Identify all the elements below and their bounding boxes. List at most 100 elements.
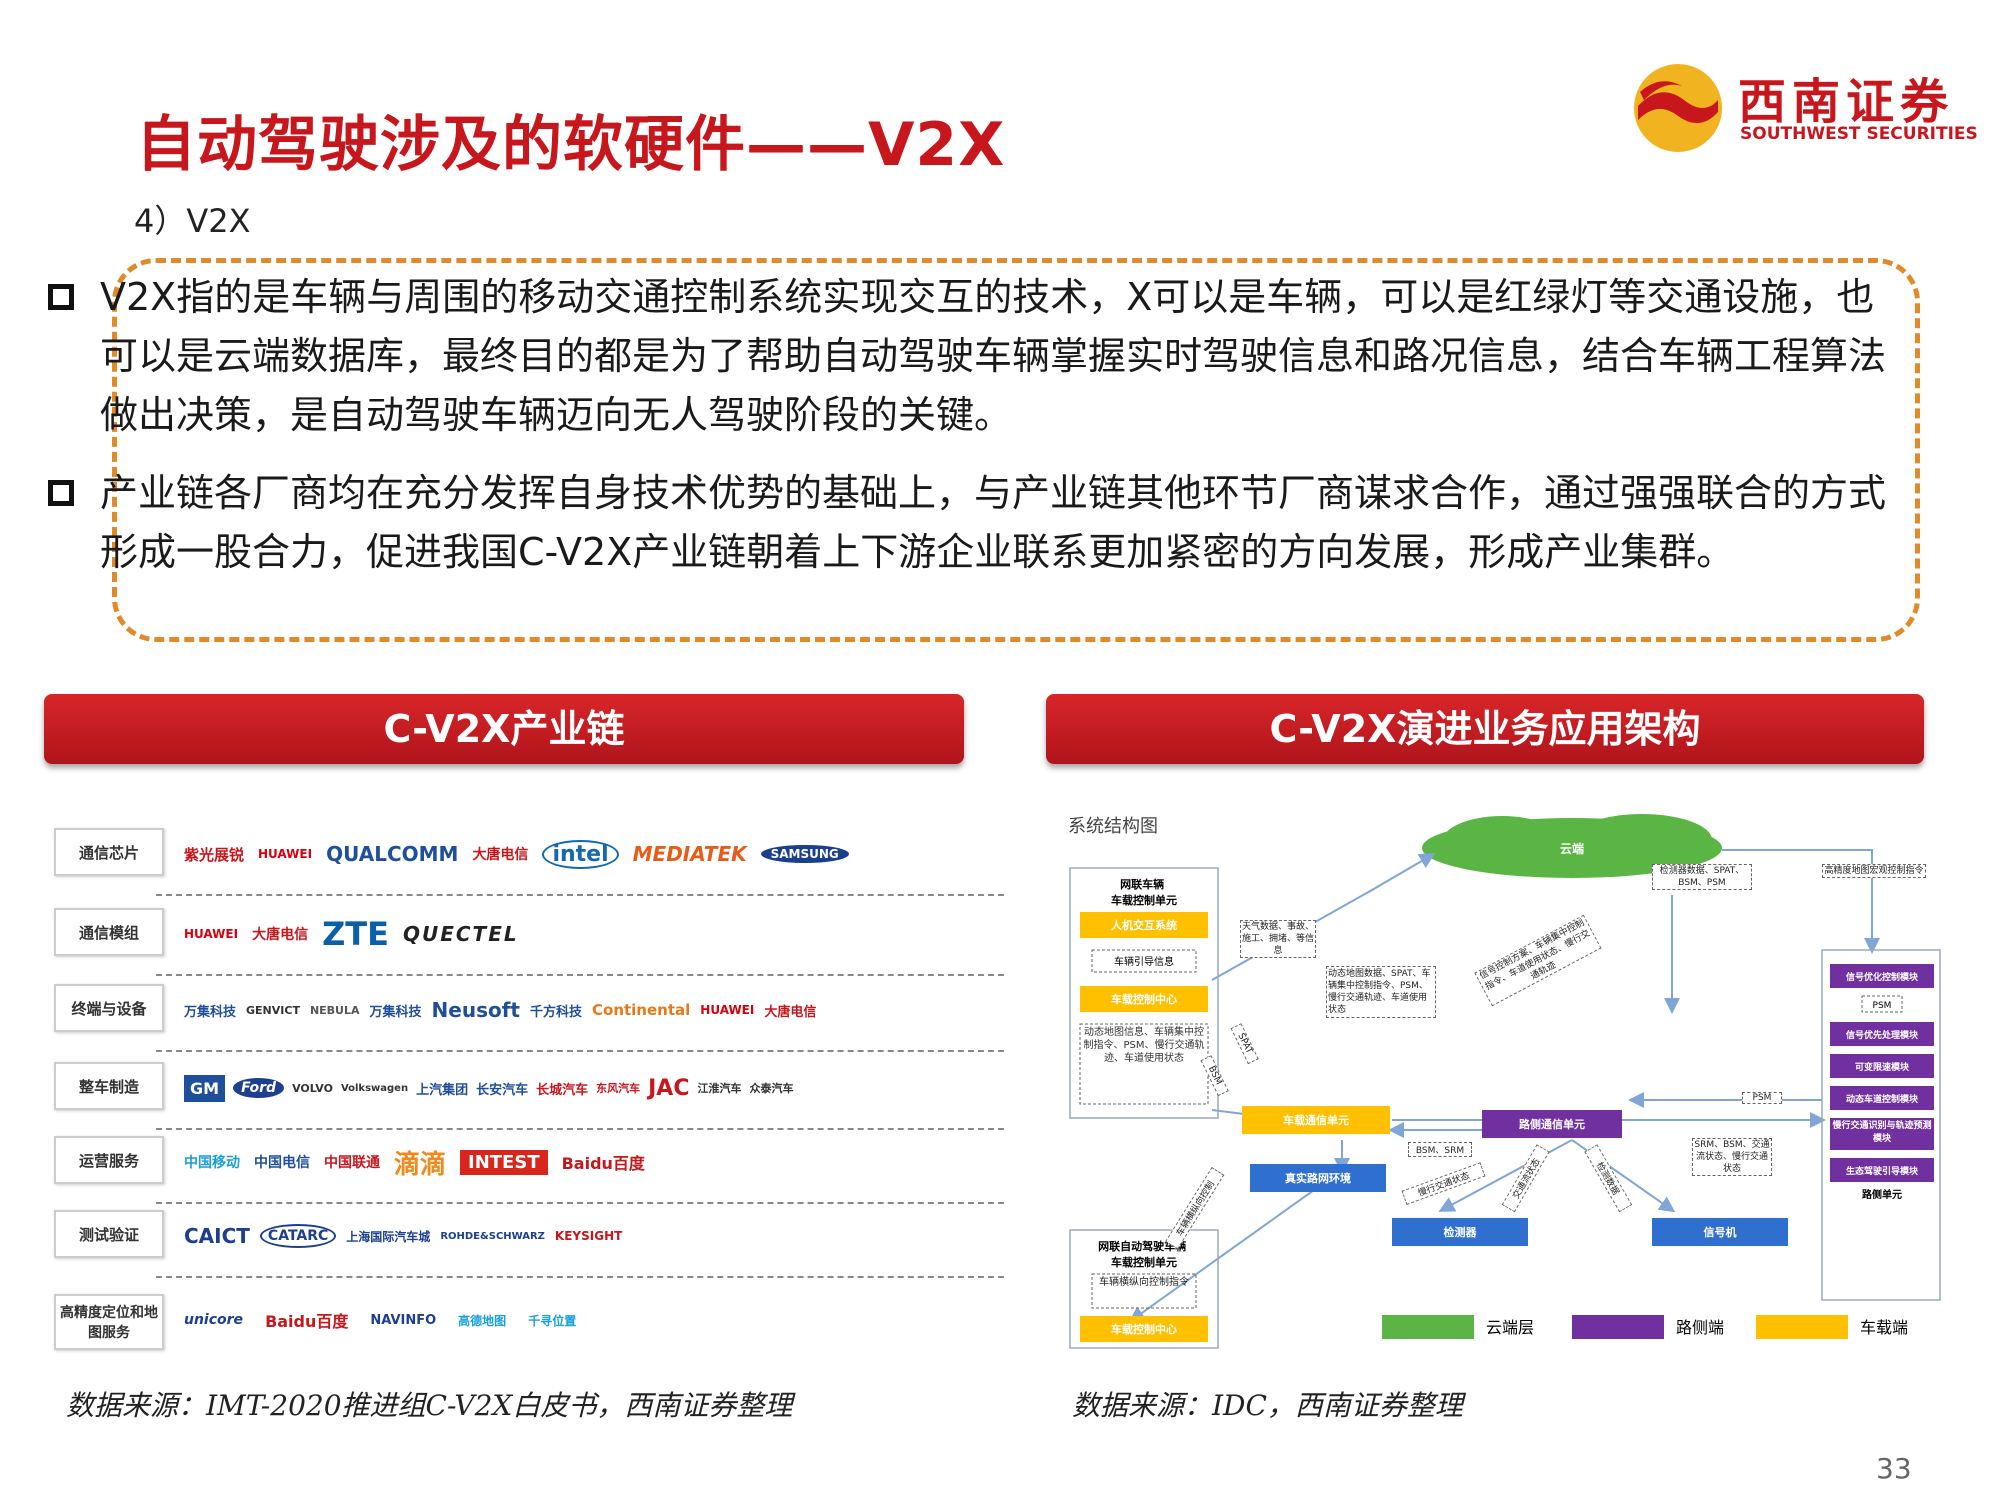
company-logo: SAMSUNG (760, 845, 849, 863)
row-divider (156, 894, 1004, 896)
logo-strip: CAICT CATARC 上海国际汽车城 ROHDE&SCHWARZ KEYSI… (184, 1214, 1004, 1258)
page-number: 33 (1876, 1452, 1912, 1485)
brand-logo: 西南证券 SOUTHWEST SECURITIES (1630, 60, 1980, 160)
brand-name-cn: 西南证券 (1738, 74, 1955, 130)
row-label: 测试验证 (54, 1210, 164, 1258)
road-unit-label: 路侧单元 (1862, 1188, 1902, 1201)
bullet-text: V2X指的是车辆与周围的移动交通控制系统实现交互的技术，X可以是车辆，可以是红绿… (100, 275, 1887, 437)
row-label: 通信芯片 (54, 828, 164, 876)
road-module: 可变限速模块 (1855, 1061, 1910, 1073)
row-label: 通信模组 (54, 908, 164, 956)
bullet-item: 产业链各厂商均在充分发挥自身技术优势的基础上，与产业链其他环节厂商谋求合作，通过… (48, 464, 1890, 582)
lateral-control-note: 车辆横纵向控制指令 (1099, 1277, 1189, 1288)
company-logo: 江淮汽车 (697, 1082, 742, 1095)
cloud-data-note: 检测器数据、SPAT、BSM、PSM (1652, 864, 1752, 890)
chain-row: 运营服务 中国移动 中国电信 中国联通 滴滴 INTEST Baidu百度 (44, 1128, 1004, 1204)
company-logo: 上海国际汽车城 (346, 1229, 431, 1244)
square-bullet-icon (48, 480, 74, 506)
company-logo: ZTE (322, 915, 389, 953)
chain-row: 通信芯片 紫光展锐 HUAWEI QUALCOMM 大唐电信 intel MED… (44, 820, 1004, 896)
obu-box: 车载通信单元 (1283, 1113, 1349, 1127)
company-logo: Neusoft (431, 998, 520, 1022)
company-logo: 高德地图 (458, 1313, 507, 1328)
company-logo: ROHDE&SCHWARZ (440, 1230, 545, 1242)
company-logo: Baidu百度 (561, 1154, 645, 1173)
logo-strip: unicore Baidu百度 NAVINFO 高德地图 千寻位置 (184, 1298, 1004, 1342)
company-logo: unicore (184, 1312, 244, 1328)
spat-note: SPAT (1230, 1023, 1259, 1065)
right-panel-header: C-V2X演进业务应用架构 (1046, 694, 1924, 764)
legend-roadside-label: 路侧端 (1676, 1318, 1724, 1337)
signal-plan-note: 信号控制方案、车辆集中控制指令、车道使用状态、慢行交通轨迹 (1474, 914, 1602, 1007)
rsu-box: 路侧通信单元 (1519, 1117, 1585, 1131)
vehicle-info-note: 动态地图信息、车辆集中控制指令、PSM、慢行交通轨迹、车道使用状态 (1083, 1027, 1205, 1064)
company-logo: 上汽集团 (416, 1082, 469, 1098)
company-logo: 长安汽车 (476, 1082, 529, 1098)
company-logo: HUAWEI (700, 1003, 755, 1017)
company-logo: HUAWEI (258, 847, 313, 861)
company-logo: 万集科技 (369, 1004, 422, 1020)
bsm-srm-note: BSM、SRM (1408, 1142, 1472, 1157)
row-divider (156, 1276, 1004, 1278)
real-road-box: 真实路网环境 (1285, 1171, 1351, 1185)
company-logo: 大唐电信 (252, 927, 309, 943)
company-logo: 长城汽车 (536, 1082, 589, 1098)
company-logo: QUALCOMM (326, 842, 459, 866)
vehicle-control-note: 车辆横纵向控制 (1165, 1166, 1225, 1250)
company-logo: Continental (592, 1001, 691, 1019)
detector-box: 检测器 (1444, 1225, 1478, 1239)
logo-strip: 中国移动 中国电信 中国联通 滴滴 INTEST Baidu百度 (184, 1140, 1004, 1184)
company-logo: 紫光展锐 (184, 845, 245, 864)
page-title: 自动驾驶涉及的软硬件——V2X (136, 110, 1006, 180)
hmi-box: 人机交互系统 (1111, 918, 1177, 932)
cloud-label: 云端 (1560, 841, 1584, 856)
dynamic-map-note: 动态地图数据、SPAT、车辆集中控制指令、PSM、慢行交通轨迹、车道使用状态 (1326, 966, 1436, 1018)
company-logo: QUECTEL (402, 922, 519, 946)
psm-note: PSM (1742, 1092, 1782, 1104)
signal-box: 信号机 (1704, 1225, 1737, 1239)
right-source-note: 数据来源：IDC，西南证券整理 (1072, 1389, 1463, 1422)
bullet-text: 产业链各厂商均在充分发挥自身技术优势的基础上，与产业链其他环节厂商谋求合作，通过… (100, 471, 1887, 574)
company-logo: MEDIATEK (632, 842, 747, 866)
legend-vehicle-label: 车载端 (1860, 1318, 1908, 1337)
weather-note: 天气数据、事故、施工、拥堵、等信息 (1240, 920, 1316, 958)
bullet-item: V2X指的是车辆与周围的移动交通控制系统实现交互的技术，X可以是车辆，可以是红绿… (48, 268, 1890, 445)
left-source-note: 数据来源：IMT-2020推进组C-V2X白皮书，西南证券整理 (66, 1389, 793, 1422)
company-logo: intel (542, 839, 619, 869)
chain-row: 整车制造 GM Ford VOLVO Volkswagen 上汽集团 长安汽车 … (44, 1054, 1004, 1130)
company-logo: 大唐电信 (764, 1004, 817, 1020)
company-logo: 中国联通 (324, 1155, 380, 1171)
road-module: 生态驾驶引导模块 (1846, 1165, 1919, 1177)
company-logo: 千寻位置 (528, 1313, 577, 1328)
architecture-panel: 系统结构图 云端 网联车辆 车载控制单元 人机交互系统 车辆引导信息 车载控制中… (1052, 800, 1950, 1360)
slow-traffic-note: 慢行交通状态 (1401, 1162, 1486, 1206)
road-module: 信号优化控制模块 (1846, 971, 1919, 983)
chain-row: 高精度定位和地图服务 unicore Baidu百度 NAVINFO 高德地图 … (44, 1286, 1004, 1356)
company-logo: KEYSIGHT (554, 1229, 623, 1243)
section-subheading: 4）V2X (134, 202, 251, 240)
chain-row: 测试验证 CAICT CATARC 上海国际汽车城 ROHDE&SCHWARZ … (44, 1202, 1004, 1278)
company-logo: Ford (233, 1078, 285, 1098)
vehicle-unit-title: 网联车辆 车载控制单元 (1111, 877, 1177, 907)
road-module-psm: PSM (1873, 1001, 1892, 1011)
architecture-diagram: 云端 网联车辆 车载控制单元 人机交互系统 车辆引导信息 车载控制中心 动态地图… (1069, 814, 1941, 1349)
row-label: 运营服务 (54, 1136, 164, 1184)
company-logo: JAC (648, 1075, 690, 1101)
company-logo: 中国电信 (254, 1155, 310, 1171)
company-logo: INTEST (460, 1149, 548, 1175)
chain-row: 通信模组 HUAWEI 大唐电信 ZTE QUECTEL (44, 900, 1004, 976)
vehicle-control-center-box: 车载控制中心 (1111, 992, 1177, 1006)
road-module: 信号优先处理模块 (1846, 1029, 1919, 1041)
square-bullet-icon (48, 284, 74, 310)
road-module: 慢行交通识别与轨迹预测模块 (1832, 1121, 1932, 1144)
vehicle-unit-title-line: 车载控制单元 (1111, 893, 1177, 907)
traffic-state-note: 交通流状态 (1501, 1144, 1550, 1213)
company-logo: 中国移动 (184, 1155, 240, 1171)
company-logo: 千方科技 (529, 1004, 582, 1020)
logo-strip: 紫光展锐 HUAWEI QUALCOMM 大唐电信 intel MEDIATEK… (184, 832, 1004, 876)
company-logo: 东风汽车 (596, 1082, 641, 1095)
hd-map-note: 高精度地图宏观控制指令 (1822, 864, 1926, 878)
company-logo: NEBULA (309, 1003, 360, 1017)
left-panel-header: C-V2X产业链 (44, 694, 964, 764)
company-logo: VOLVO (292, 1081, 333, 1095)
